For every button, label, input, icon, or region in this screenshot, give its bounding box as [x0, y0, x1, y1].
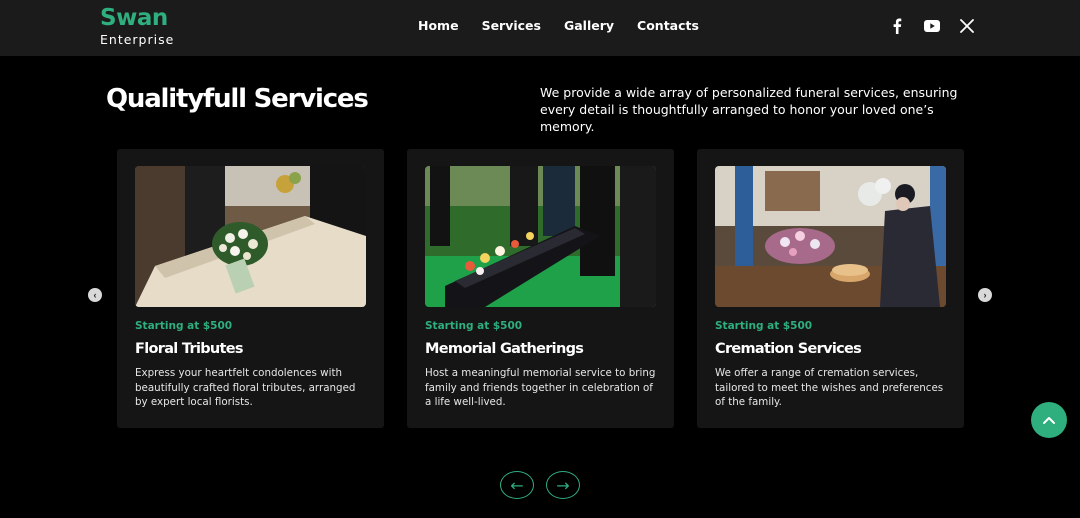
service-card[interactable]: Starting at $500 Cremation Services We o…: [697, 149, 964, 428]
x-icon[interactable]: [958, 17, 976, 35]
memorial-gatherings-image: [425, 166, 656, 307]
card-title: Memorial Gatherings: [425, 341, 584, 357]
logo-subtitle: Enterprise: [100, 32, 175, 47]
arrow-left-icon: ←: [510, 475, 524, 495]
slider-prev-button[interactable]: ‹: [88, 288, 102, 302]
floral-tributes-image: [135, 166, 366, 307]
arrow-right-icon: →: [556, 475, 570, 495]
nav-contacts[interactable]: Contacts: [637, 18, 699, 34]
card-description: Express your heartfelt condolences with …: [135, 367, 356, 409]
card-description: Host a meaningful memorial service to br…: [425, 367, 656, 409]
logo[interactable]: Swan Enterprise: [100, 5, 174, 48]
next-page-button[interactable]: →: [546, 471, 580, 499]
card-title: Cremation Services: [715, 341, 862, 357]
facebook-icon[interactable]: [888, 17, 906, 35]
main-nav: Home Services Gallery Contacts: [418, 18, 722, 34]
youtube-icon[interactable]: [923, 17, 941, 35]
card-price: Starting at $500: [425, 320, 523, 332]
card-price: Starting at $500: [135, 320, 233, 332]
prev-page-button[interactable]: ←: [500, 471, 534, 499]
section-title: Qualityfull Services: [106, 84, 369, 114]
card-title: Floral Tributes: [135, 341, 244, 357]
social-links: [888, 17, 976, 35]
chevron-up-icon: [1043, 417, 1055, 424]
card-description: We offer a range of cremation services, …: [715, 367, 944, 409]
nav-gallery[interactable]: Gallery: [564, 18, 614, 34]
card-price: Starting at $500: [715, 320, 813, 332]
chevron-left-icon: ‹: [93, 290, 97, 300]
site-header: Swan Enterprise Home Services Gallery Co…: [0, 0, 1080, 56]
slider-next-button[interactable]: ›: [978, 288, 992, 302]
logo-title: Swan: [100, 5, 168, 31]
service-card[interactable]: Starting at $500 Floral Tributes Express…: [117, 149, 384, 428]
service-card[interactable]: Starting at $500 Memorial Gatherings Hos…: [407, 149, 674, 428]
chevron-right-icon: ›: [983, 290, 987, 300]
cremation-services-image: [715, 166, 946, 307]
nav-home[interactable]: Home: [418, 18, 459, 34]
nav-services[interactable]: Services: [482, 18, 541, 34]
section-intro: We provide a wide array of personalized …: [540, 85, 958, 134]
scroll-to-top-button[interactable]: [1031, 402, 1067, 438]
